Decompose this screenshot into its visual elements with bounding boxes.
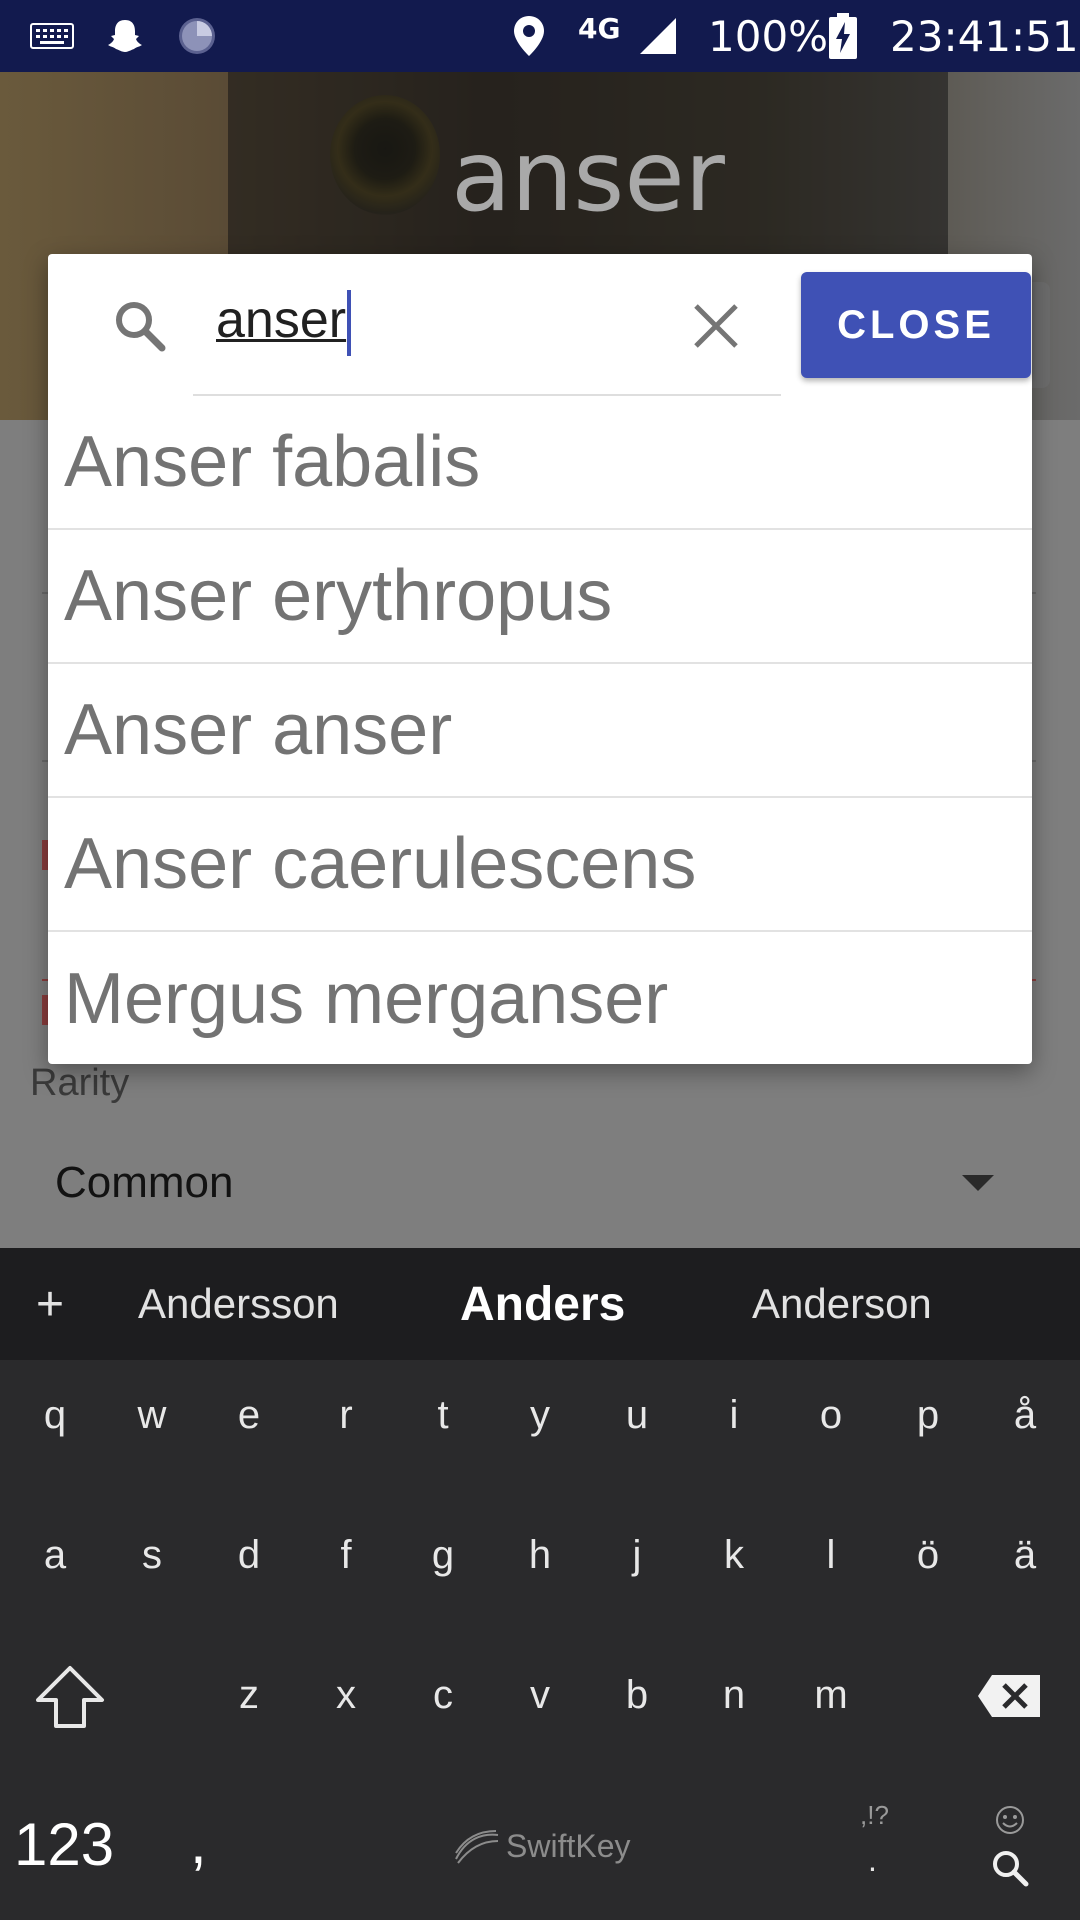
key-c[interactable]: c — [395, 1640, 491, 1750]
key-d[interactable]: d — [201, 1500, 297, 1610]
search-input-text: anser — [216, 291, 347, 349]
comma-key[interactable]: , — [190, 1808, 207, 1877]
clear-icon[interactable] — [690, 300, 742, 352]
key-u[interactable]: u — [589, 1360, 685, 1470]
key-t[interactable]: t — [395, 1360, 491, 1470]
key-s[interactable]: s — [104, 1500, 200, 1610]
backspace-icon[interactable] — [976, 1673, 1042, 1719]
key-r[interactable]: r — [298, 1360, 394, 1470]
snapchat-ghost-icon — [106, 0, 144, 72]
numbers-key[interactable]: 123 — [14, 1810, 114, 1879]
key-o[interactable]: o — [783, 1360, 879, 1470]
rarity-label: Rarity — [30, 1062, 130, 1104]
emoji-icon[interactable] — [994, 1804, 1026, 1836]
key-y[interactable]: y — [492, 1360, 588, 1470]
rarity-select[interactable]: Common — [55, 1158, 234, 1208]
suggestion-item[interactable]: Andersson — [138, 1248, 339, 1360]
shift-icon[interactable] — [34, 1662, 106, 1734]
swiftkey-logo-icon — [455, 1829, 499, 1864]
search-icon[interactable] — [990, 1848, 1030, 1888]
list-item[interactable]: Mergus merganser — [48, 932, 1032, 1066]
period-key[interactable]: . — [868, 1842, 877, 1879]
key-v[interactable]: v — [492, 1640, 588, 1750]
list-item[interactable]: Anser erythropus — [48, 530, 1032, 664]
search-results-list: Anser fabalis Anser erythropus Anser ans… — [48, 396, 1032, 1066]
key-z[interactable]: z — [201, 1640, 297, 1750]
status-bar: 4G 100% 23:41:51 — [0, 0, 1080, 72]
battery-charging-icon — [828, 0, 858, 72]
keyboard-icon — [30, 0, 74, 72]
suggestion-item[interactable]: Anders — [460, 1248, 625, 1360]
key-k[interactable]: k — [686, 1500, 782, 1610]
location-pin-icon — [512, 0, 546, 72]
page-title: anser — [451, 120, 725, 234]
battery-percent: 100% — [708, 11, 829, 61]
key-l[interactable]: l — [783, 1500, 879, 1610]
search-input[interactable]: anser — [216, 290, 626, 360]
space-bar[interactable]: SwiftKey — [452, 1828, 630, 1865]
key-a-umlaut[interactable]: ä — [977, 1500, 1073, 1610]
search-icon — [112, 298, 168, 354]
key-j[interactable]: j — [589, 1500, 685, 1610]
key-h[interactable]: h — [492, 1500, 588, 1610]
add-suggestion-button[interactable]: + — [36, 1248, 64, 1360]
key-f[interactable]: f — [298, 1500, 394, 1610]
suggestion-item[interactable]: Anderson — [752, 1248, 932, 1360]
key-w[interactable]: w — [104, 1360, 200, 1470]
network-type: 4G — [578, 11, 621, 45]
list-item[interactable]: Anser anser — [48, 664, 1032, 798]
punctuation-hint: ,!? — [860, 1800, 889, 1830]
close-button[interactable]: CLOSE — [801, 272, 1031, 378]
text-caret — [347, 290, 352, 357]
key-e[interactable]: e — [201, 1360, 297, 1470]
key-p[interactable]: p — [880, 1360, 976, 1470]
key-m[interactable]: m — [783, 1640, 879, 1750]
key-o-umlaut[interactable]: ö — [880, 1500, 976, 1610]
search-dialog: anser CLOSE Anser fabalis Anser erythrop… — [48, 254, 1032, 1064]
dropdown-arrow-icon[interactable] — [962, 1175, 994, 1191]
key-x[interactable]: x — [298, 1640, 394, 1750]
clock: 23:41:51 — [890, 11, 1079, 61]
key-g[interactable]: g — [395, 1500, 491, 1610]
key-q[interactable]: q — [7, 1360, 103, 1470]
signal-icon — [638, 0, 678, 72]
key-i[interactable]: i — [686, 1360, 782, 1470]
loading-circle-icon — [176, 0, 218, 72]
key-a-ring[interactable]: å — [977, 1360, 1073, 1470]
list-item[interactable]: Anser caerulescens — [48, 798, 1032, 932]
list-item[interactable]: Anser fabalis — [48, 396, 1032, 530]
key-b[interactable]: b — [589, 1640, 685, 1750]
soft-keyboard: + Andersson Anders Anderson q w e r t y … — [0, 1248, 1080, 1920]
key-a[interactable]: a — [7, 1500, 103, 1610]
key-n[interactable]: n — [686, 1640, 782, 1750]
suggestion-bar: + Andersson Anders Anderson — [0, 1248, 1080, 1360]
swiftkey-brand: SwiftKey — [506, 1828, 631, 1864]
